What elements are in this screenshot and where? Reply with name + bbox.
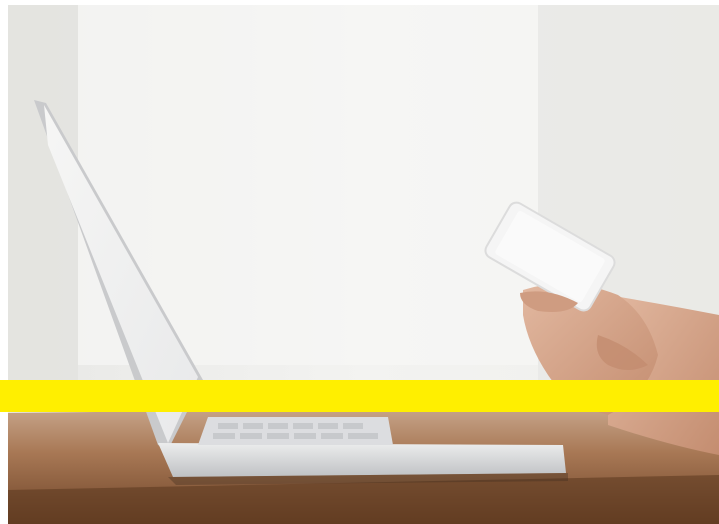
window-frame-left (8, 5, 78, 385)
laptop-keyboard (198, 417, 393, 445)
laptop-base (158, 443, 566, 477)
yellow-highlight-band (0, 380, 719, 412)
laptop-phone-photo (8, 5, 719, 524)
page (0, 0, 719, 524)
